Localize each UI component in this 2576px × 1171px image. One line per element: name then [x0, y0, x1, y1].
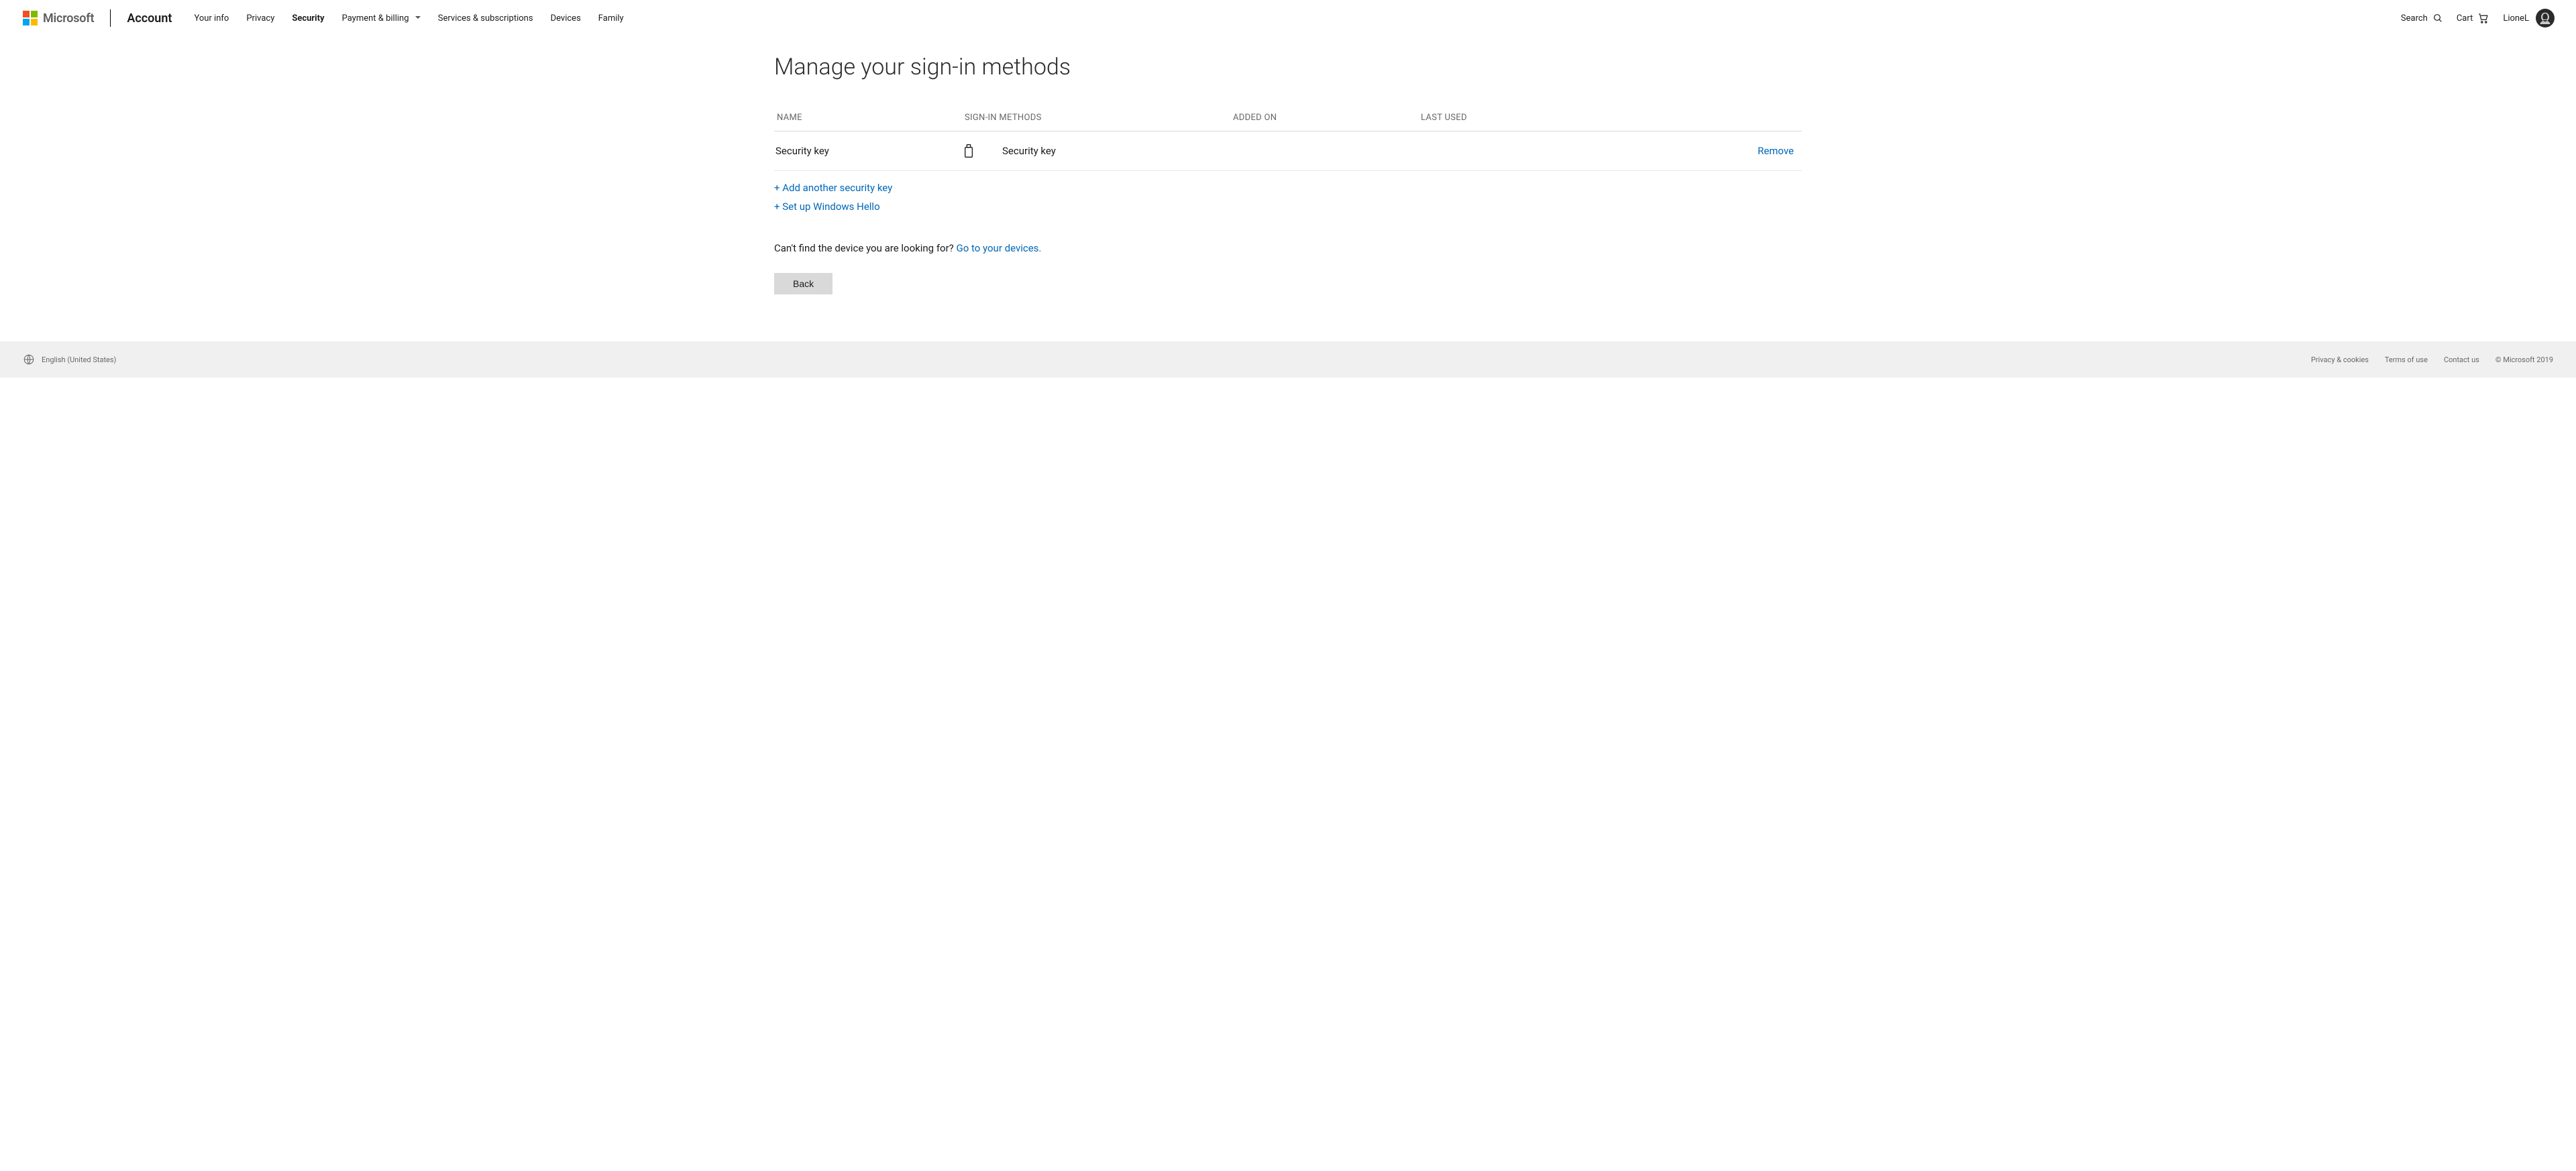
row-method-label: Security key [1002, 145, 1056, 157]
nav-devices[interactable]: Devices [542, 1, 590, 36]
global-header: Microsoft Account Your info Privacy Secu… [0, 0, 2576, 36]
avatar [2536, 9, 2555, 27]
microsoft-logo[interactable]: Microsoft [23, 11, 94, 25]
header-divider [110, 9, 111, 27]
col-added-on: ADDED ON [1233, 113, 1421, 123]
user-menu[interactable]: LioneL [2503, 9, 2555, 27]
col-name: NAME [777, 113, 965, 123]
nav-payment-billing[interactable]: Payment & billing [333, 1, 429, 36]
col-actions [1719, 113, 1799, 123]
global-footer: English (United States) Privacy & cookie… [0, 341, 2576, 378]
go-to-devices-link[interactable]: Go to your devices. [956, 242, 1041, 254]
help-prefix: Can't find the device you are looking fo… [774, 242, 956, 254]
page-title: Manage your sign-in methods [774, 54, 1802, 80]
search-icon [2432, 13, 2443, 23]
account-home-link[interactable]: Account [127, 11, 172, 25]
footer-privacy-link[interactable]: Privacy & cookies [2311, 355, 2369, 364]
cart-button[interactable]: Cart [2457, 12, 2490, 24]
setup-windows-hello-link[interactable]: + Set up Windows Hello [774, 201, 1802, 213]
main-content: Manage your sign-in methods NAME SIGN-IN… [751, 36, 1825, 341]
chevron-down-icon [415, 16, 421, 19]
add-security-key-link[interactable]: + Add another security key [774, 182, 1802, 194]
help-line: Can't find the device you are looking fo… [774, 242, 1802, 254]
user-name: LioneL [2503, 13, 2529, 23]
nav-family[interactable]: Family [590, 1, 633, 36]
table-row: Security key Security key Remove [774, 131, 1802, 171]
nav-payment-billing-label: Payment & billing [342, 13, 409, 23]
language-selector[interactable]: English (United States) [23, 353, 116, 366]
remove-link[interactable]: Remove [1720, 145, 1801, 157]
add-links: + Add another security key + Set up Wind… [774, 182, 1802, 213]
microsoft-logo-icon [23, 11, 38, 25]
globe-icon [23, 353, 35, 366]
nav-services-subscriptions[interactable]: Services & subscriptions [429, 1, 542, 36]
footer-links: Privacy & cookies Terms of use Contact u… [2311, 355, 2553, 364]
cart-label: Cart [2457, 13, 2473, 23]
signin-methods-table: NAME SIGN-IN METHODS ADDED ON LAST USED … [774, 105, 1802, 171]
footer-terms-link[interactable]: Terms of use [2385, 355, 2428, 364]
header-utilities: Search Cart LioneL [2401, 9, 2555, 27]
back-button[interactable]: Back [774, 273, 833, 294]
footer-contact-link[interactable]: Contact us [2444, 355, 2479, 364]
microsoft-logo-text: Microsoft [43, 11, 94, 25]
row-method: Security key [963, 144, 1232, 158]
primary-nav: Your info Privacy Security Payment & bil… [185, 1, 632, 36]
usb-key-icon [963, 144, 974, 158]
search-button[interactable]: Search [2401, 13, 2443, 23]
language-label: English (United States) [42, 355, 116, 364]
nav-security[interactable]: Security [283, 1, 333, 36]
row-name: Security key [775, 145, 963, 157]
footer-copyright: © Microsoft 2019 [2496, 355, 2553, 364]
col-last-used: LAST USED [1421, 113, 1719, 123]
col-signin-methods: SIGN-IN METHODS [965, 113, 1233, 123]
search-label: Search [2401, 13, 2428, 23]
table-header-row: NAME SIGN-IN METHODS ADDED ON LAST USED [774, 105, 1802, 131]
cart-icon [2477, 12, 2489, 24]
nav-your-info[interactable]: Your info [185, 1, 237, 36]
nav-privacy[interactable]: Privacy [237, 1, 283, 36]
